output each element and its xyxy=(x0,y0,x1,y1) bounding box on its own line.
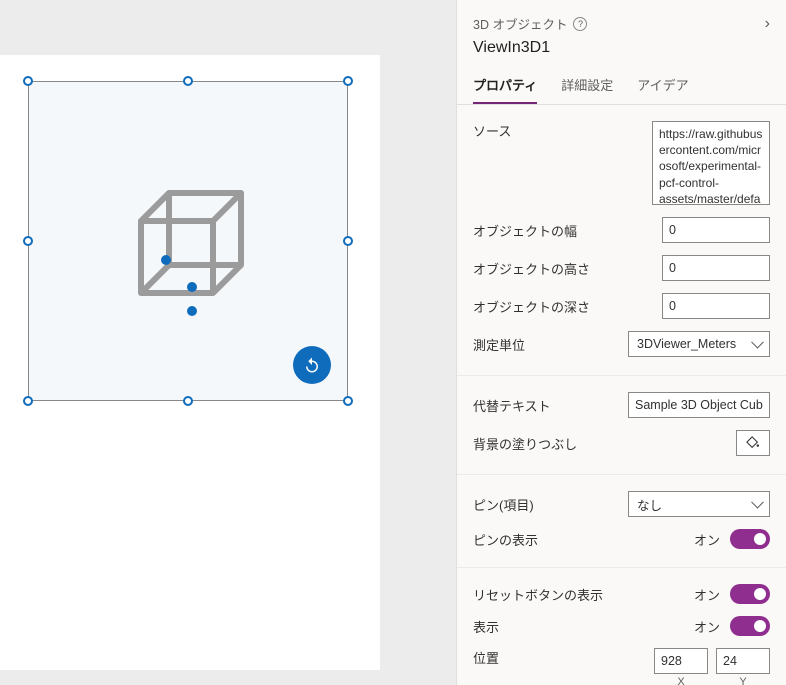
resize-handle-s[interactable] xyxy=(183,396,193,406)
help-icon[interactable]: ? xyxy=(573,17,587,31)
canvas-area xyxy=(0,0,456,685)
show-reset-toggle[interactable] xyxy=(730,584,770,604)
unit-label: 測定単位 xyxy=(473,335,525,354)
unit-select[interactable]: 3DViewer_Meters xyxy=(628,331,770,357)
visible-label: 表示 xyxy=(473,617,499,636)
alt-text-input[interactable] xyxy=(628,392,770,418)
resize-handle-e[interactable] xyxy=(343,236,353,246)
tabs-bar: プロパティ 詳細設定 アイデア xyxy=(457,67,786,105)
properties-panel: 3D オブジェクト ? › ViewIn3D1 プロパティ 詳細設定 アイデア … xyxy=(456,0,786,685)
resize-handle-nw[interactable] xyxy=(23,76,33,86)
visible-state: オン xyxy=(694,617,720,636)
pins-items-select[interactable]: なし xyxy=(628,491,770,517)
source-input[interactable]: https://raw.githubusercontent.com/micros… xyxy=(652,121,770,205)
source-label: ソース xyxy=(473,121,511,140)
properties-scroll: ソース https://raw.githubusercontent.com/mi… xyxy=(457,105,786,685)
pin-dot[interactable] xyxy=(187,306,197,316)
tab-advanced[interactable]: 詳細設定 xyxy=(561,67,613,104)
object-type-text: 3D オブジェクト xyxy=(473,14,567,33)
obj-width-input[interactable] xyxy=(662,217,770,243)
position-y-sublabel: Y xyxy=(739,676,746,685)
show-pins-label: ピンの表示 xyxy=(473,530,538,549)
alt-text-label: 代替テキスト xyxy=(473,396,551,415)
unit-select-value: 3DViewer_Meters xyxy=(637,337,736,351)
selection-frame[interactable] xyxy=(28,81,348,401)
reset-icon xyxy=(303,356,321,374)
resize-handle-ne[interactable] xyxy=(343,76,353,86)
visible-toggle[interactable] xyxy=(730,616,770,636)
show-reset-label: リセットボタンの表示 xyxy=(473,585,603,604)
chevron-right-icon[interactable]: › xyxy=(765,15,770,33)
position-x-input[interactable] xyxy=(654,648,708,674)
object-type-label: 3D オブジェクト ? xyxy=(473,14,587,33)
show-pins-toggle[interactable] xyxy=(730,529,770,549)
resize-handle-w[interactable] xyxy=(23,236,33,246)
obj-height-input[interactable] xyxy=(662,255,770,281)
obj-width-label: オブジェクトの幅 xyxy=(473,221,577,240)
pin-dot[interactable] xyxy=(187,282,197,292)
tab-ideas[interactable]: アイデア xyxy=(637,67,688,104)
pins-items-label: ピン(項目) xyxy=(473,495,534,514)
bgfill-label: 背景の塗りつぶし xyxy=(473,434,577,453)
resize-handle-sw[interactable] xyxy=(23,396,33,406)
resize-handle-se[interactable] xyxy=(343,396,353,406)
show-reset-state: オン xyxy=(694,585,720,604)
tab-properties[interactable]: プロパティ xyxy=(473,67,537,104)
pins-items-value: なし xyxy=(637,495,662,514)
show-pins-state: オン xyxy=(694,530,720,549)
obj-height-label: オブジェクトの高さ xyxy=(473,259,590,278)
position-y-input[interactable] xyxy=(716,648,770,674)
position-label: 位置 xyxy=(473,648,499,667)
reset-view-button[interactable] xyxy=(293,346,331,384)
bgfill-color-button[interactable] xyxy=(736,430,770,456)
pin-dot[interactable] xyxy=(161,255,171,265)
obj-depth-label: オブジェクトの深さ xyxy=(473,297,590,316)
position-x-sublabel: X xyxy=(677,676,684,685)
panel-header: 3D オブジェクト ? › ViewIn3D1 xyxy=(457,0,786,67)
resize-handle-n[interactable] xyxy=(183,76,193,86)
paint-bucket-icon xyxy=(746,436,760,450)
obj-depth-input[interactable] xyxy=(662,293,770,319)
object-name: ViewIn3D1 xyxy=(473,39,770,57)
